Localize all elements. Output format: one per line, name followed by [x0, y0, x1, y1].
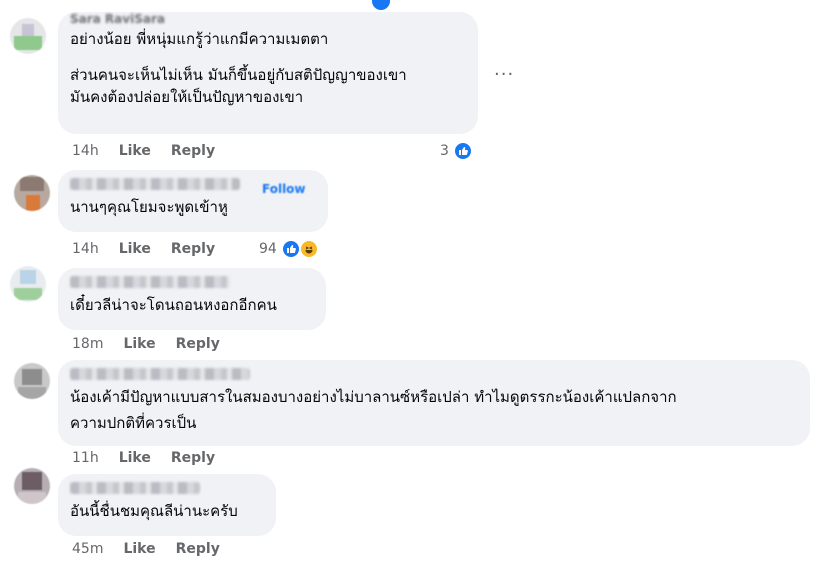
reaction-count: 3	[440, 143, 449, 159]
comment-text-line: อันนี้ชื่นชมคุณลีน่านะครับ	[70, 502, 238, 520]
comment-actions: 18m Like Reply	[72, 336, 220, 352]
comment-actions: 14h Like Reply	[72, 241, 215, 257]
avatar[interactable]	[10, 266, 46, 302]
comment-author[interactable]	[70, 178, 240, 190]
comment-text-line: ส่วนคนจะเห็นไม่เห็น มันก็ขึ้นอยู่กับสติป…	[70, 66, 407, 84]
comment-bubble: Sara RaviSara อย่างน้อย พี่หนุ่มแกรู้ว่า…	[58, 12, 478, 134]
comment-text-line: น้องเค้ามีปัญหาแบบสารในสมองบางอย่างไม่บา…	[70, 388, 677, 406]
comment-text-line: นานๆคุณโยมจะพูดเข้าหู	[70, 198, 228, 216]
comment-bubble: อันนี้ชื่นชมคุณลีน่านะครับ	[58, 474, 276, 536]
comment-actions: 45m Like Reply	[72, 541, 220, 557]
comment-bubble: น้องเค้ามีปัญหาแบบสารในสมองบางอย่างไม่บา…	[58, 360, 810, 446]
timestamp[interactable]: 14h	[72, 241, 99, 257]
comment-text-line	[70, 50, 466, 64]
comment-actions: 14h Like Reply	[72, 143, 215, 159]
like-button[interactable]: Like	[119, 450, 151, 466]
like-button[interactable]: Like	[123, 541, 155, 557]
comment-text-line: เดี๋ยวลีน่าจะโดนถอนหงอกอีกคน	[70, 296, 277, 314]
comment-bubble: นานๆคุณโยมจะพูดเข้าหู	[58, 170, 328, 232]
haha-icon	[298, 239, 319, 259]
like-icon	[452, 141, 473, 161]
avatar[interactable]	[14, 175, 50, 211]
reply-button[interactable]: Reply	[171, 143, 215, 159]
timestamp[interactable]: 45m	[72, 541, 103, 557]
more-options-icon[interactable]: ···	[494, 64, 514, 85]
reply-button[interactable]: Reply	[171, 450, 215, 466]
comment-text-line: อย่างน้อย พี่หนุ่มแกรู้ว่าแกมีความเมตตา	[70, 30, 329, 48]
comment-bubble: เดี๋ยวลีน่าจะโดนถอนหงอกอีกคน	[58, 268, 326, 330]
timestamp[interactable]: 14h	[72, 143, 99, 159]
like-button[interactable]: Like	[119, 143, 151, 159]
timestamp[interactable]: 11h	[72, 450, 99, 466]
comment-author[interactable]	[70, 482, 200, 494]
comment-author[interactable]	[70, 368, 250, 380]
follow-link[interactable]: Follow	[262, 182, 306, 196]
avatar[interactable]	[10, 18, 46, 54]
comment-actions: 11h Like Reply	[72, 450, 215, 466]
reply-button[interactable]: Reply	[176, 541, 220, 557]
reaction-summary[interactable]: 3	[440, 141, 473, 161]
timestamp[interactable]: 18m	[72, 336, 103, 352]
reaction-count: 94	[259, 241, 277, 257]
reaction-summary[interactable]: 94	[259, 239, 319, 259]
like-icon	[280, 239, 301, 259]
reply-button[interactable]: Reply	[176, 336, 220, 352]
like-icon	[372, 0, 390, 10]
comment-text-line: มันคงต้องปล่อยให้เป็นปัญหาของเขา	[70, 88, 304, 106]
avatar[interactable]	[14, 363, 50, 399]
like-button[interactable]: Like	[123, 336, 155, 352]
comment-author[interactable]	[70, 276, 230, 288]
avatar[interactable]	[14, 468, 50, 504]
like-button[interactable]: Like	[119, 241, 151, 257]
reply-button[interactable]: Reply	[171, 241, 215, 257]
comment-author[interactable]: Sara RaviSara	[70, 12, 466, 26]
comment-text-line: ความปกติที่ควรเป็น	[70, 414, 197, 432]
